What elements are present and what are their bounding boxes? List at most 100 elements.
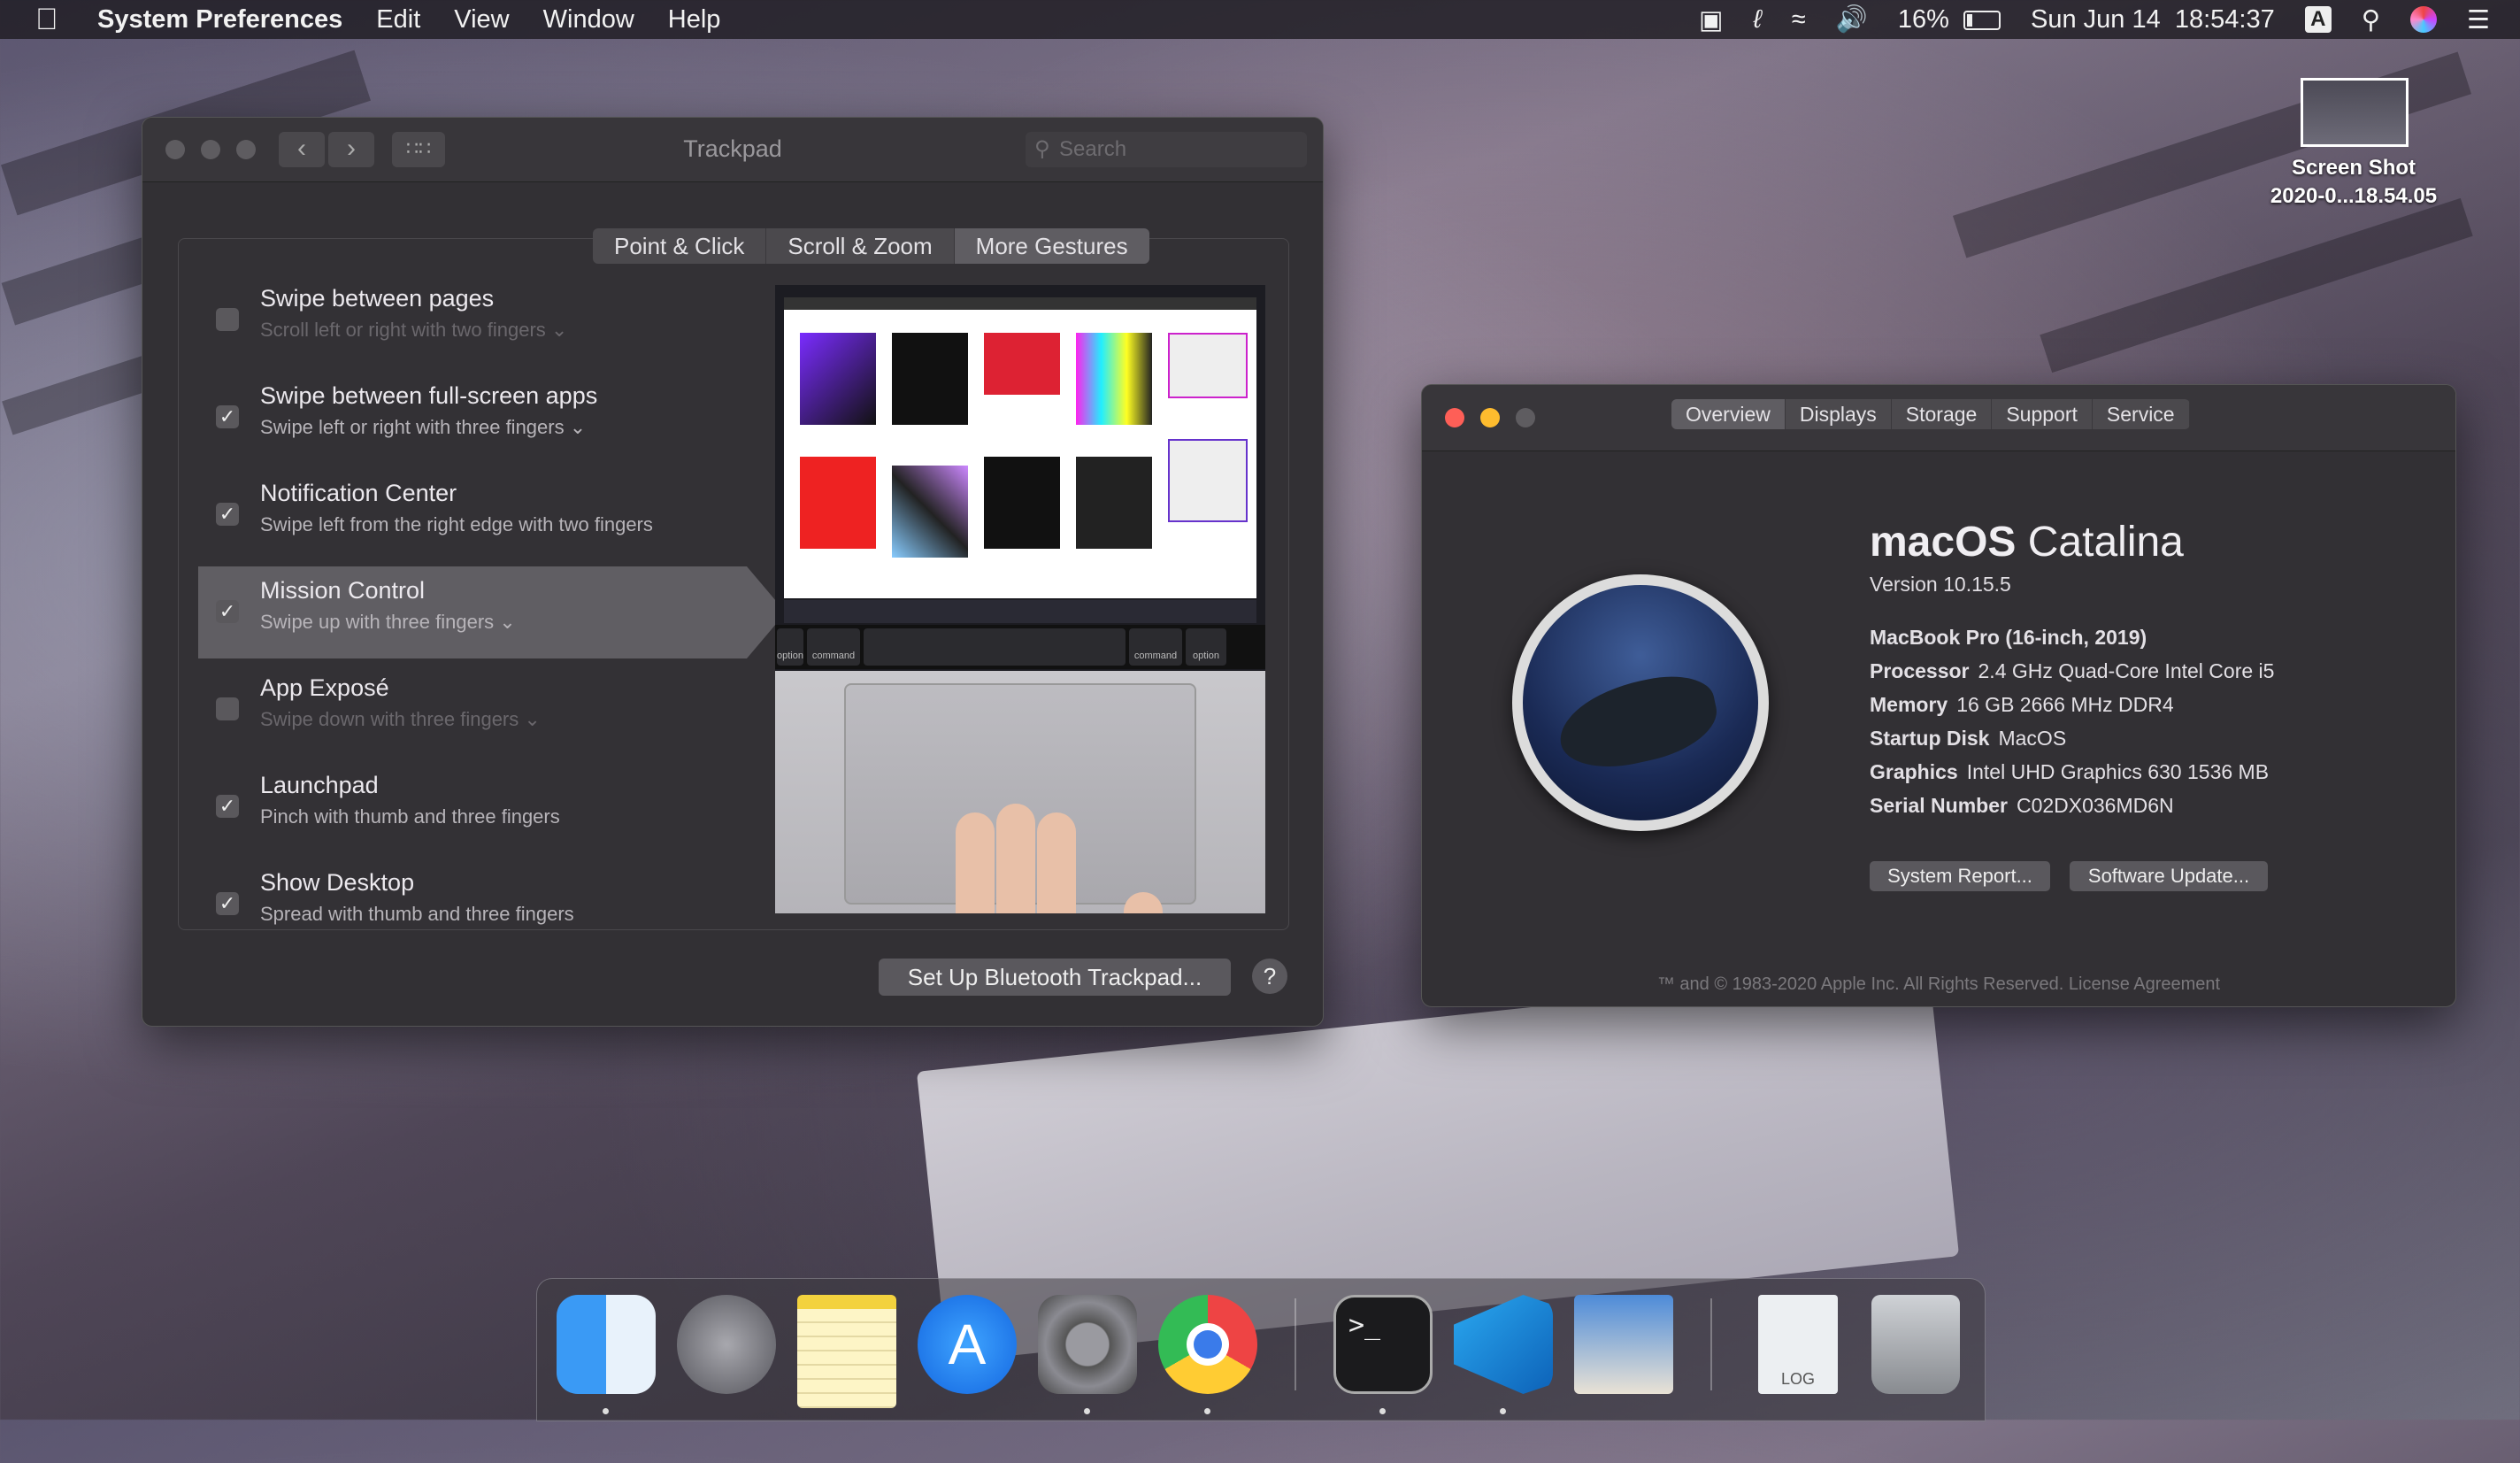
tab-scroll-zoom[interactable]: Scroll & Zoom — [766, 228, 955, 264]
clock-date: Sun Jun 14 — [2031, 4, 2161, 34]
help-button[interactable]: ? — [1252, 959, 1287, 994]
finder-icon[interactable] — [557, 1295, 656, 1394]
spec-label: Startup Disk — [1870, 727, 1990, 750]
gesture-row[interactable]: ✓ Swipe between full-screen apps Swipe lef… — [198, 372, 747, 464]
battery-icon — [1963, 10, 2001, 30]
checkbox-checked[interactable]: ✓ — [216, 892, 239, 915]
gesture-row[interactable]: ✓ Show Desktop Spread with thumb and three… — [198, 859, 747, 951]
running-indicator-chrome — [1204, 1408, 1210, 1414]
gesture-subtitle: Swipe left from the right edge with two … — [260, 513, 653, 536]
spotlight-search-icon[interactable]: ⚲ — [2362, 4, 2380, 35]
desktop-screenshot-file[interactable]: Screen Shot 2020-0...18.54.05 — [2270, 78, 2437, 211]
tab-support[interactable]: Support — [1992, 399, 2093, 429]
gesture-row[interactable]: App Exposé Swipe down with three fingers … — [198, 664, 747, 756]
os-name-light: Catalina — [2027, 519, 2184, 566]
gesture-subtitle-text: Swipe left from the right edge with two … — [260, 513, 653, 535]
terminal-icon[interactable]: >_ — [1333, 1295, 1433, 1394]
gesture-row[interactable]: Swipe between pages Scroll left or right … — [198, 274, 747, 366]
siri-icon[interactable] — [2410, 6, 2437, 33]
preview-icon[interactable] — [1574, 1295, 1673, 1394]
search-icon: ⚲ — [1034, 137, 1050, 161]
tab-overview[interactable]: Overview — [1671, 399, 1786, 429]
titlebar: Overview Displays Storage Support Service — [1422, 385, 2455, 451]
gesture-popup-menu[interactable]: Scroll left or right with two fingers ⌄ — [260, 319, 567, 342]
gesture-popup-menu[interactable]: Swipe down with three fingers ⌄ — [260, 708, 541, 731]
volume-icon[interactable]: 🔊 — [1836, 4, 1868, 35]
checkbox-unchecked[interactable] — [216, 308, 239, 331]
gesture-title: Launchpad — [260, 772, 379, 798]
wifi-icon[interactable]: ≈ — [1792, 5, 1806, 35]
gesture-row[interactable]: ✓ Notification Center Swipe left from the … — [198, 469, 747, 561]
notification-center-icon[interactable]: ☰ — [2467, 4, 2490, 35]
tab-storage[interactable]: Storage — [1891, 399, 1993, 429]
file-name: Screen Shot 2020-0...18.54.05 — [2247, 154, 2460, 211]
menu-app-name[interactable]: System Preferences — [97, 5, 342, 35]
tab-more-gestures[interactable]: More Gestures — [954, 228, 1149, 264]
checkbox-checked[interactable]: ✓ — [216, 795, 239, 818]
clock[interactable]: Sun Jun 14 18:54:37 — [2031, 5, 2275, 35]
chrome-icon[interactable] — [1158, 1295, 1257, 1394]
gesture-title: Swipe between pages — [260, 285, 495, 312]
checkbox-checked[interactable]: ✓ — [216, 503, 239, 526]
menu-help[interactable]: Help — [668, 5, 721, 35]
trackpad-preferences-window: ‹ › ∷∷ Trackpad ⚲ Search Point & Click S… — [142, 117, 1324, 1027]
apple-menu-icon[interactable]:  — [35, 3, 64, 37]
tab-point-click[interactable]: Point & Click — [593, 228, 767, 264]
chevron-down-icon: ⌄ — [545, 319, 568, 341]
preview-dock — [784, 600, 1256, 623]
menu-edit[interactable]: Edit — [376, 5, 420, 35]
gesture-subtitle-text: Swipe up with three fingers — [260, 611, 495, 633]
chevron-down-icon: ⌄ — [519, 708, 541, 730]
battery-status[interactable]: 16% — [1898, 5, 2001, 35]
gesture-title: Notification Center — [260, 480, 457, 506]
system-report-button[interactable]: System Report... — [1870, 861, 2050, 891]
checkbox-checked[interactable]: ✓ — [216, 600, 239, 623]
notes-icon[interactable] — [797, 1295, 896, 1408]
checkbox-unchecked[interactable] — [216, 697, 239, 720]
gesture-subtitle-text: Spread with thumb and three fingers — [260, 903, 574, 925]
chevron-down-icon: ⌄ — [564, 416, 587, 438]
vscode-icon[interactable] — [1454, 1295, 1553, 1394]
zoom-button[interactable] — [1516, 408, 1535, 427]
titlebar: ‹ › ∷∷ Trackpad ⚲ Search — [142, 118, 1323, 182]
spec-label: Serial Number — [1870, 794, 2008, 817]
menu-view[interactable]: View — [454, 5, 509, 35]
gesture-subtitle: Pinch with thumb and three fingers — [260, 805, 560, 828]
spec-row: Graphics Intel UHD Graphics 630 1536 MB — [1870, 760, 2269, 784]
gesture-popup-menu[interactable]: Swipe left or right with three fingers ⌄ — [260, 416, 586, 439]
spec-value: Intel UHD Graphics 630 1536 MB — [1966, 760, 2270, 783]
gesture-subtitle-text: Swipe down with three fingers — [260, 708, 519, 730]
spec-value: 16 GB 2666 MHz DDR4 — [1956, 693, 2174, 716]
software-update-button[interactable]: Software Update... — [2070, 861, 2268, 891]
battery-percent: 16% — [1897, 4, 1949, 34]
gesture-row[interactable]: ✓ Mission Control Swipe up with three fing… — [198, 566, 786, 658]
preview-key-space — [864, 628, 1126, 666]
script-icon[interactable]: ℓ — [1753, 5, 1761, 35]
gesture-popup-menu[interactable]: Swipe up with three fingers ⌄ — [260, 611, 516, 634]
preview-key-option-right: option — [1186, 628, 1226, 666]
catalina-logo — [1512, 574, 1769, 831]
console-log-icon[interactable]: LOG — [1758, 1295, 1838, 1394]
gesture-row[interactable]: ✓ Launchpad Pinch with thumb and three fin… — [198, 761, 747, 853]
trash-icon[interactable] — [1871, 1295, 1960, 1394]
about-tab-bar: Overview Displays Storage Support Service — [1671, 399, 2190, 429]
input-source-icon[interactable]: A — [2304, 6, 2332, 33]
spec-label: Graphics — [1870, 760, 1958, 783]
search-input[interactable]: ⚲ Search — [1026, 132, 1307, 167]
screen-sharing-icon[interactable]: ▣ — [1699, 4, 1723, 35]
minimize-button[interactable] — [1480, 408, 1500, 427]
app-store-icon[interactable]: A — [918, 1295, 1017, 1394]
menu-window[interactable]: Window — [543, 5, 634, 35]
model-name: MacBook Pro (16-inch, 2019) — [1870, 626, 2147, 649]
launchpad-icon[interactable] — [677, 1295, 776, 1394]
preview-keyboard: option command command option — [775, 625, 1265, 669]
clock-time: 18:54:37 — [2174, 4, 2275, 34]
close-button[interactable] — [1445, 408, 1464, 427]
checkbox-checked[interactable]: ✓ — [216, 405, 239, 428]
setup-bluetooth-trackpad-button[interactable]: Set Up Bluetooth Trackpad... — [879, 959, 1231, 996]
tab-displays[interactable]: Displays — [1785, 399, 1892, 429]
gesture-subtitle: Spread with thumb and three fingers — [260, 903, 574, 926]
tab-service[interactable]: Service — [2092, 399, 2190, 429]
file-name-line1: Screen Shot — [2291, 156, 2416, 180]
system-preferences-icon[interactable] — [1038, 1295, 1137, 1394]
